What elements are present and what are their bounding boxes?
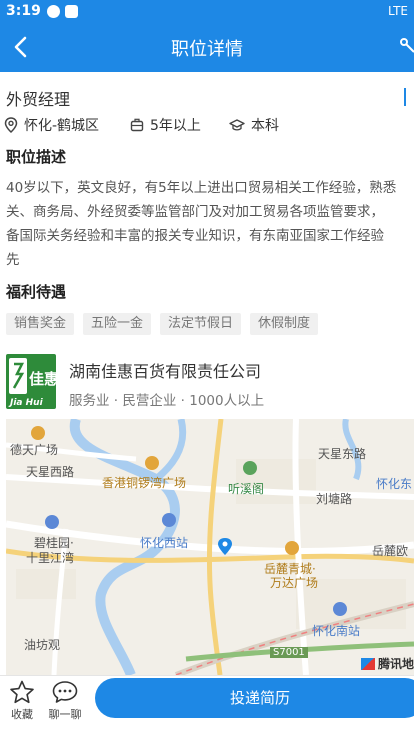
- map-road-label: S7001: [270, 647, 308, 658]
- map-label: 天星西路: [26, 465, 75, 479]
- company-logo-text: 佳惠: [29, 370, 56, 388]
- storage-icon: [64, 4, 78, 18]
- job-title: 外贸经理: [6, 90, 71, 109]
- job-education-text: 本科: [251, 118, 279, 134]
- job-description: 40岁以下，英文良好，有5年以上进出口贸易相关工作经验，熟悉 关、商务局、外经贸…: [6, 176, 414, 272]
- job-education: 本科: [229, 115, 279, 135]
- job-experience-text: 5年以上: [150, 118, 201, 134]
- status-time: 3:19: [6, 3, 41, 19]
- description-heading: 职位描述: [6, 148, 67, 166]
- briefcase-icon: [130, 118, 144, 132]
- job-location: 怀化-鹤城区: [4, 115, 99, 135]
- share-icon[interactable]: [398, 36, 414, 58]
- star-icon: [10, 680, 34, 704]
- benefit-tags: 销售奖金 五险一金 法定节假日 休假制度: [6, 313, 327, 335]
- map-label: 德天广场: [10, 443, 59, 457]
- company-name[interactable]: 湖南佳惠百货有限责任公司: [69, 358, 261, 382]
- map-label: 怀化西站: [140, 536, 189, 550]
- description-line: 40岁以下，英文良好，有5年以上进出口贸易相关工作经验，熟悉: [6, 180, 397, 196]
- apply-resume-button[interactable]: 投递简历: [95, 678, 414, 718]
- map-label: 怀化南站: [312, 624, 361, 638]
- company-info: 服务业 · 民营企业 · 1000人以上: [69, 393, 265, 409]
- map-label: 听溪阁: [228, 482, 265, 496]
- graduation-cap-icon: [229, 119, 245, 131]
- benefit-tag: 五险一金: [83, 313, 152, 335]
- description-line: 先: [6, 252, 20, 268]
- description-line: 关、商务局、外经贸委等监管部门及对加工贸易各项监管要求，: [6, 204, 384, 220]
- map-label: 油坊观: [24, 638, 61, 652]
- description-line: 备国际关务经验和丰富的报关专业知识，有东南亚国家工作经验: [6, 228, 384, 244]
- job-location-text: 怀化-鹤城区: [24, 118, 100, 134]
- benefit-tag: 法定节假日: [160, 313, 242, 335]
- map-label: 怀化东: [376, 477, 413, 491]
- company-logo-mark: 佳惠 Jia Hui: [8, 358, 56, 408]
- map-label: 十里江湾: [26, 551, 75, 565]
- network-indicator: LTE: [388, 4, 408, 18]
- page-title: 职位详情: [171, 39, 243, 60]
- chat-button[interactable]: 聊一聊: [43, 680, 87, 722]
- favorite-button[interactable]: 收藏: [0, 680, 44, 722]
- benefits-heading: 福利待遇: [6, 283, 67, 301]
- map-label: 刘塘路: [316, 492, 353, 506]
- status-bar: 3:19 LTE: [0, 0, 414, 22]
- map-label: 天星东路: [318, 447, 367, 461]
- notification-icon: [46, 4, 60, 18]
- map-label: 岳麓欧: [372, 544, 409, 558]
- map-brand-text: 腾讯地: [378, 657, 414, 671]
- map-label: 万达广场: [270, 576, 319, 590]
- location-pin-icon: [4, 117, 18, 133]
- nav-bar: 职位详情: [0, 22, 414, 72]
- benefit-tag: 销售奖金: [6, 313, 75, 335]
- bottom-action-bar: 收藏 聊一聊 投递简历: [0, 675, 414, 729]
- company-logo-subtext: Jia Hui: [8, 398, 44, 408]
- map-brand-logo: 腾讯地: [361, 655, 414, 672]
- job-experience: 5年以上: [130, 115, 201, 135]
- favorite-label: 收藏: [11, 708, 33, 721]
- map-brand-icon: [361, 657, 375, 670]
- job-salary-cutoff: [404, 88, 414, 106]
- benefit-tag: 休假制度: [250, 313, 319, 335]
- company-logo[interactable]: 佳惠 Jia Hui: [6, 354, 56, 409]
- map-label: 香港铜锣湾广场: [102, 476, 187, 490]
- chat-bubble-icon: [52, 681, 78, 703]
- chat-label: 聊一聊: [48, 708, 82, 721]
- location-map[interactable]: 德天广场 天星西路 香港铜锣湾广场 听溪阁 天星东路 怀化东 刘塘路 碧桂园· …: [6, 419, 414, 675]
